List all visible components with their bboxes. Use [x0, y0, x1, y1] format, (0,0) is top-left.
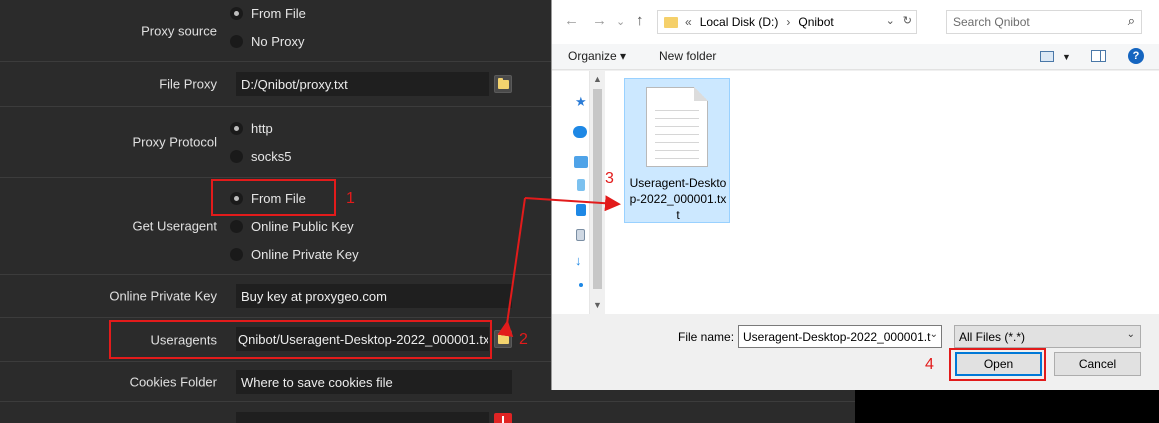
annotation-arrow-path [524, 195, 621, 212]
annotation-arrows [497, 195, 621, 338]
annotation-arrow-path [497, 197, 526, 338]
